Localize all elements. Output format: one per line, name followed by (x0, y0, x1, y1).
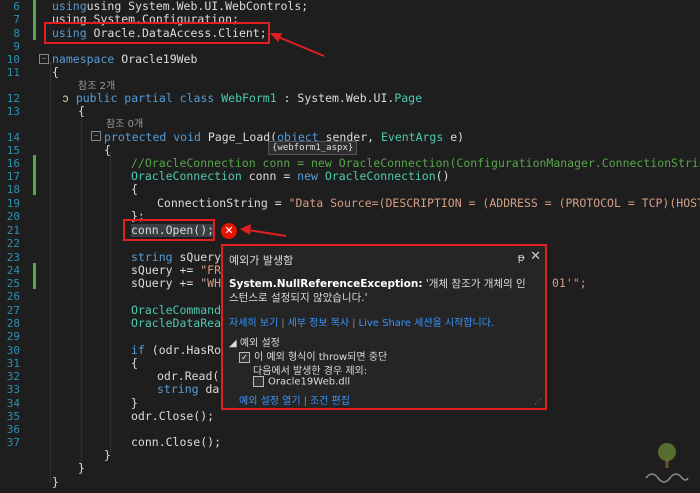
change-bar (33, 263, 36, 289)
reference-count[interactable]: 참조 0개 (106, 119, 143, 130)
code-line: OracleDataRea (131, 316, 222, 330)
arrow-icon (270, 33, 325, 57)
exception-popup: 예외가 발생함 ᵽ ✕ System.NullReferenceExceptio… (221, 244, 547, 410)
watermark-logo (645, 443, 689, 483)
open-exception-settings-link[interactable]: 예외 설정 열기 (239, 396, 301, 407)
line-number: 35 (6, 410, 20, 423)
exception-message: System.NullReferenceException: '개체 참조가 개… (229, 278, 526, 304)
line-number: 9 (13, 40, 20, 53)
scope-tooltip: {webform1_aspx} (268, 141, 358, 155)
code-line: } (104, 448, 111, 462)
line-number: 27 (6, 304, 20, 317)
code-line-tail: 01'"; (552, 276, 587, 290)
except-label: 다음에서 발생한 경우 제외: (253, 366, 368, 377)
line-number: 22 (6, 237, 20, 250)
popup-bottom-links: 예외 설정 열기 | 조건 편집 (239, 396, 350, 407)
x-circle-icon[interactable]: ✕ (221, 223, 237, 239)
code-line: OracleConnection conn = new OracleConnec… (131, 169, 450, 183)
close-icon[interactable]: ✕ (530, 249, 541, 264)
code-line: namespace Oracle19Web (52, 52, 198, 66)
exclude-dll-row: Oracle19Web.dll (253, 376, 350, 388)
line-number: 34 (6, 397, 20, 410)
highlight-box-conn-open (123, 219, 215, 241)
line-number: 13 (6, 105, 20, 118)
code-line: } (78, 461, 85, 475)
line-number: 30 (6, 344, 20, 357)
line-number: 17 (6, 170, 20, 183)
line-number: 26 (6, 290, 20, 303)
code-line: odr.Close(); (131, 409, 215, 423)
line-number: 15 (6, 144, 20, 157)
code-line: { (78, 104, 85, 118)
line-number: 21 (6, 224, 20, 237)
line-number: 18 (6, 183, 20, 196)
code-line: { (52, 65, 59, 79)
line-number: 32 (6, 370, 20, 383)
exception-settings-header[interactable]: ◢ 예외 설정 (229, 334, 280, 349)
line-number: 8 (13, 27, 20, 40)
indent-guide (81, 114, 82, 469)
line-number: 16 (6, 157, 20, 170)
line-number: 31 (6, 357, 20, 370)
live-share-link[interactable]: Live Share 세션을 시작합니다. (359, 318, 495, 329)
exclude-dll-checkbox[interactable] (253, 376, 264, 387)
code-line: ↄ public partial class WebForm1 : System… (62, 91, 423, 105)
highlight-box-using (44, 22, 270, 44)
code-line: sQuery += "WH (131, 276, 222, 290)
collapse-toggle[interactable]: − (91, 131, 101, 141)
line-number: 25 (6, 277, 20, 290)
copy-details-link[interactable]: 세부 정보 복사 (288, 318, 350, 329)
resize-grip-icon[interactable]: ⋰ (534, 397, 542, 406)
arrow-icon (240, 224, 287, 237)
code-line: if (odr.HasRo (131, 343, 222, 357)
code-line: { (104, 143, 111, 157)
line-number: 14 (6, 131, 20, 144)
line-number: 28 (6, 317, 20, 330)
line-number: 36 (6, 423, 20, 436)
code-line: ConnectionString = "Data Source=(DESCRIP… (157, 196, 700, 210)
edit-conditions-link[interactable]: 조건 편집 (310, 396, 350, 407)
popup-links: 자세히 보기 | 세부 정보 복사 | Live Share 세션을 시작합니다. (229, 318, 495, 329)
break-on-throw-checkbox[interactable]: ✓ (239, 351, 250, 363)
code-line: } (52, 475, 59, 489)
change-bar (33, 155, 36, 195)
line-number: 23 (6, 251, 20, 264)
pin-icon[interactable]: ᵽ (518, 251, 525, 264)
line-number: 6 (13, 0, 20, 13)
line-number: 12 (6, 92, 20, 105)
line-number: 10 (6, 53, 20, 66)
line-number: 19 (6, 197, 20, 210)
popup-title: 예외가 발생함 (229, 254, 294, 267)
line-number: 11 (6, 66, 20, 79)
change-bar (33, 0, 36, 40)
line-number: 37 (6, 436, 20, 449)
code-line: conn.Close(); (131, 435, 222, 449)
indent-guide (50, 62, 51, 482)
line-number: 33 (6, 383, 20, 396)
view-details-link[interactable]: 자세히 보기 (229, 318, 278, 329)
line-number: 20 (6, 210, 20, 223)
line-number: 29 (6, 330, 20, 343)
code-line: { (131, 182, 138, 196)
collapse-toggle[interactable]: − (39, 54, 49, 64)
code-line: string da (157, 382, 220, 396)
code-line: { (131, 356, 138, 370)
break-on-throw-row: ✓ 이 예외 형식이 throw되면 중단 (239, 348, 387, 363)
indent-guide (110, 152, 111, 454)
line-number: 24 (6, 264, 20, 277)
line-number: 7 (13, 13, 20, 26)
